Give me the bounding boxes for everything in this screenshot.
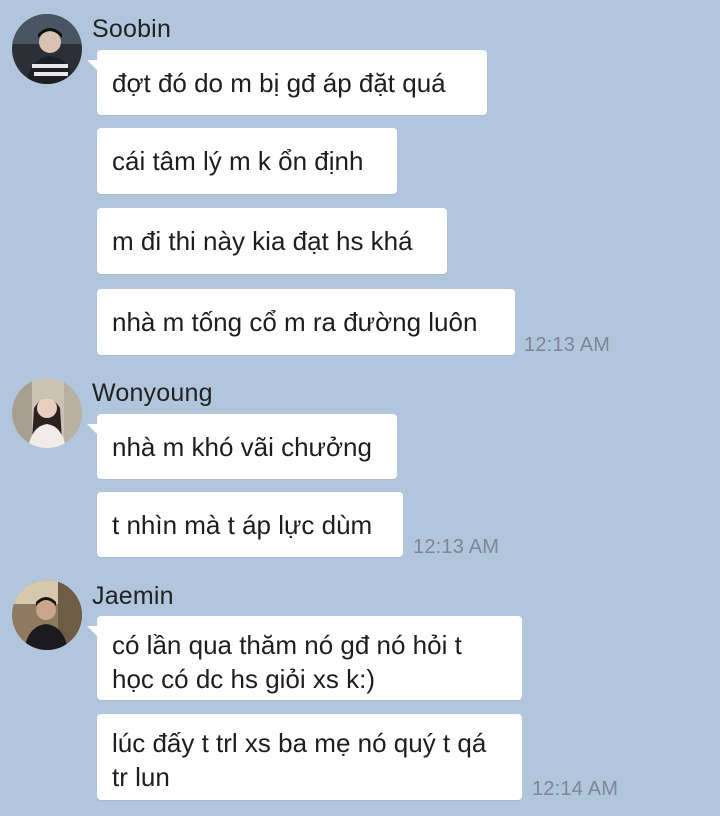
user-avatar-icon bbox=[12, 378, 82, 448]
message-bubble[interactable]: nhà m tống cổ m ra đường luôn bbox=[97, 289, 515, 355]
message-timestamp: 12:14 AM bbox=[532, 778, 619, 800]
message-bubble[interactable]: cái tâm lý m k ổn định bbox=[97, 128, 397, 194]
message-bubble[interactable]: t nhìn mà t áp lực dùm bbox=[97, 492, 403, 557]
message-bubble[interactable]: có lần qua thăm nó gđ nó hỏi t học có dc… bbox=[97, 616, 522, 700]
avatar-soobin[interactable] bbox=[12, 14, 82, 84]
sender-name: Soobin bbox=[92, 15, 172, 43]
message-bubble[interactable]: lúc đấy t trl xs ba mẹ nó quý t qá tr lu… bbox=[97, 714, 522, 800]
message-timestamp: 12:13 AM bbox=[413, 536, 500, 558]
sender-name: Wonyoung bbox=[92, 379, 213, 407]
message-bubble[interactable]: m đi thi này kia đạt hs khá bbox=[97, 208, 447, 274]
message-timestamp: 12:13 AM bbox=[524, 334, 611, 356]
user-avatar-icon bbox=[12, 14, 82, 84]
message-bubble[interactable]: nhà m khó vãi chưởng bbox=[97, 414, 397, 479]
avatar-wonyoung[interactable] bbox=[12, 378, 82, 448]
user-avatar-icon bbox=[12, 580, 82, 650]
sender-name: Jaemin bbox=[92, 582, 174, 610]
chat-messages-panel[interactable]: Soobin đợt đó do m bị gđ áp đặt quá cái … bbox=[0, 0, 720, 816]
message-bubble[interactable]: đợt đó do m bị gđ áp đặt quá bbox=[97, 50, 487, 115]
avatar-jaemin[interactable] bbox=[12, 580, 82, 650]
